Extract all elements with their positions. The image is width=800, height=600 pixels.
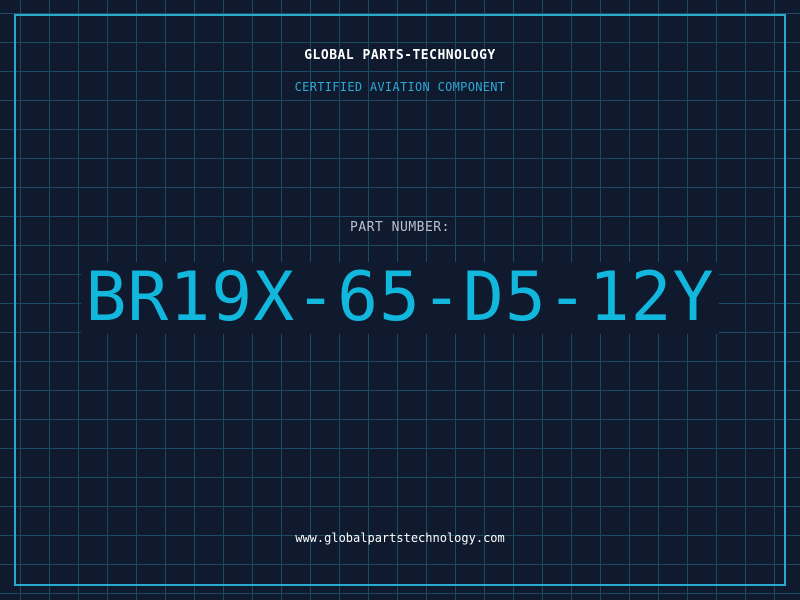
- part-number-container: BR19X-65-D5-12Y: [0, 262, 800, 334]
- certification-tagline: CERTIFIED AVIATION COMPONENT: [294, 80, 506, 94]
- part-number-value: BR19X-65-D5-12Y: [81, 262, 719, 334]
- part-number-label: PART NUMBER:: [350, 220, 450, 235]
- company-name: GLOBAL PARTS-TECHNOLOGY: [304, 48, 496, 63]
- website-url: www.globalpartstechnology.com: [295, 531, 505, 545]
